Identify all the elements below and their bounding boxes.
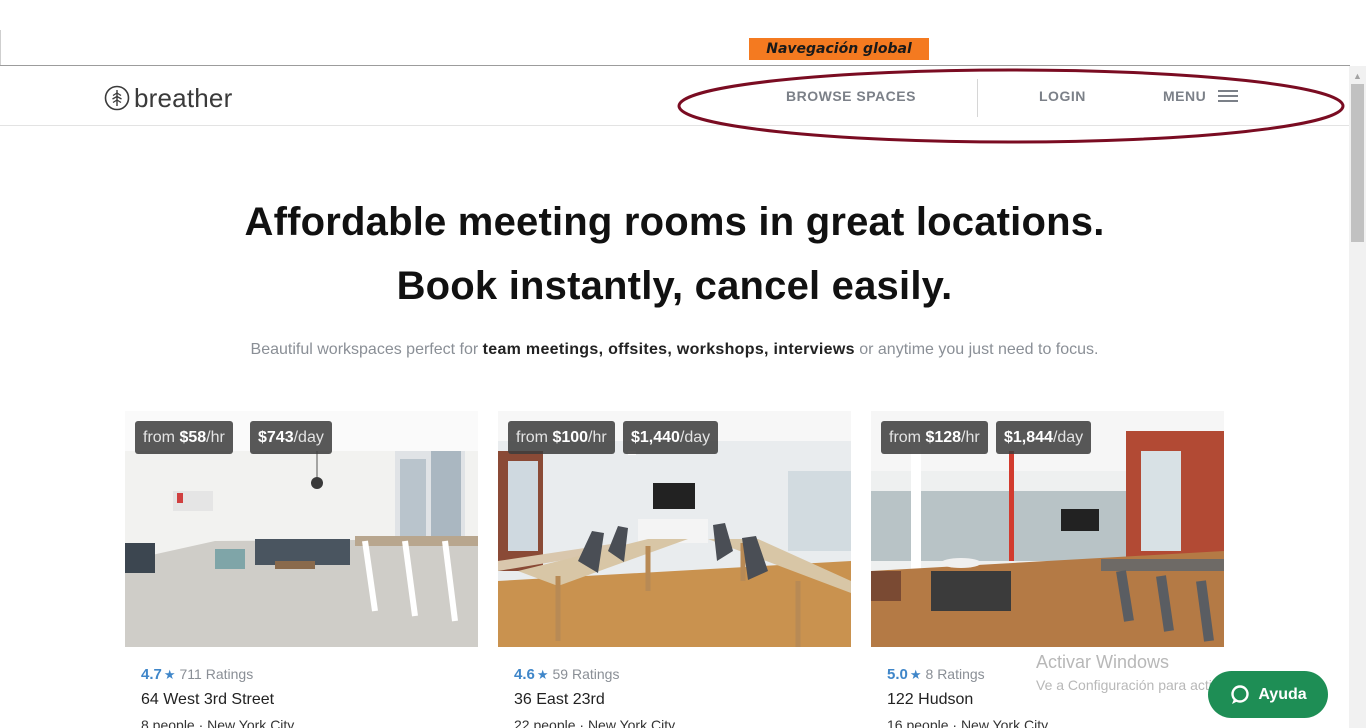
daily-price-tag: $1,440/day bbox=[623, 421, 719, 454]
top-strip bbox=[0, 0, 1366, 66]
left-border bbox=[0, 30, 1, 66]
daily-price: $743 bbox=[258, 429, 294, 446]
space-name[interactable]: 122 Hudson bbox=[887, 691, 973, 709]
hourly-price-tag: from $100/hr bbox=[508, 421, 615, 454]
hourly-unit: /hr bbox=[588, 429, 607, 446]
rating-value: 5.0 bbox=[887, 666, 908, 683]
annotation-label: Navegación global bbox=[749, 38, 929, 60]
hamburger-icon bbox=[1218, 90, 1239, 102]
rating-row: 4.7 ★ 711 Ratings bbox=[141, 666, 253, 683]
space-photo[interactable]: from $128/hr $1,844/day bbox=[871, 411, 1224, 647]
nav-menu-label: MENU bbox=[1163, 88, 1207, 104]
daily-unit: /day bbox=[1052, 429, 1084, 446]
star-icon: ★ bbox=[536, 667, 549, 682]
hourly-price: $58 bbox=[179, 429, 207, 446]
space-name[interactable]: 64 West 3rd Street bbox=[141, 691, 274, 709]
star-icon: ★ bbox=[163, 667, 176, 682]
star-icon: ★ bbox=[909, 667, 922, 682]
space-card[interactable]: from $58/hr $743/day 4.7 ★ 711 Ratings 64 … bbox=[125, 411, 478, 728]
help-button[interactable]: Ayuda bbox=[1208, 671, 1328, 718]
daily-price: $1,844 bbox=[1004, 429, 1053, 446]
scrollbar[interactable]: ▲ bbox=[1349, 66, 1366, 728]
hero-sub-bold: team meetings, offsites, workshops, inte… bbox=[482, 341, 855, 358]
help-label: Ayuda bbox=[1258, 685, 1307, 703]
daily-unit: /day bbox=[679, 429, 711, 446]
nav-divider bbox=[977, 79, 978, 117]
tree-logo-icon bbox=[104, 85, 130, 111]
scrollbar-thumb[interactable] bbox=[1351, 84, 1364, 242]
hero-subtitle: Beautiful workspaces perfect for team me… bbox=[0, 341, 1349, 359]
space-card[interactable]: from $100/hr $1,440/day 4.6 ★ 59 Ratings 3… bbox=[498, 411, 851, 728]
hourly-price-tag: from $128/hr bbox=[881, 421, 988, 454]
price-from: from bbox=[889, 429, 926, 446]
scroll-up-arrow-icon[interactable]: ▲ bbox=[1349, 70, 1366, 82]
space-meta: 16 people · New York City bbox=[887, 717, 1049, 728]
hero-title-line-2: Book instantly, cancel easily. bbox=[396, 264, 953, 308]
hourly-price: $100 bbox=[552, 429, 589, 446]
daily-price: $1,440 bbox=[631, 429, 680, 446]
nav-login[interactable]: LOGIN bbox=[1039, 88, 1086, 104]
chat-bubble-icon bbox=[1231, 684, 1250, 704]
hourly-price-tag: from $58/hr bbox=[135, 421, 233, 454]
space-photo[interactable]: from $58/hr $743/day bbox=[125, 411, 478, 647]
rating-value: 4.7 bbox=[141, 666, 162, 683]
space-meta: 22 people · New York City bbox=[514, 717, 676, 728]
space-card[interactable]: from $128/hr $1,844/day 5.0 ★ 8 Ratings 12… bbox=[871, 411, 1224, 728]
hourly-unit: /hr bbox=[961, 429, 980, 446]
watermark-title: Activar Windows bbox=[1036, 652, 1170, 672]
rating-row: 5.0 ★ 8 Ratings bbox=[887, 666, 985, 683]
logo[interactable]: breather bbox=[104, 82, 233, 113]
site-header: breather BROWSE SPACES LOGIN MENU bbox=[0, 65, 1350, 126]
hero-title-line-1: Affordable meeting rooms in great locati… bbox=[244, 200, 1105, 244]
daily-price-tag: $743/day bbox=[250, 421, 332, 454]
nav-menu[interactable]: MENU bbox=[1163, 88, 1239, 104]
space-photo[interactable]: from $100/hr $1,440/day bbox=[498, 411, 851, 647]
space-meta: 8 people · New York City bbox=[141, 717, 295, 728]
logo-text: breather bbox=[134, 82, 233, 113]
ratings-count: 8 Ratings bbox=[925, 666, 985, 682]
nav-browse-spaces[interactable]: BROWSE SPACES bbox=[786, 88, 916, 104]
hero-sub-suffix: or anytime you just need to focus. bbox=[854, 341, 1099, 358]
daily-price-tag: $1,844/day bbox=[996, 421, 1092, 454]
hourly-price: $128 bbox=[925, 429, 962, 446]
price-from: from bbox=[516, 429, 553, 446]
rating-row: 4.6 ★ 59 Ratings bbox=[514, 666, 619, 683]
ratings-count: 59 Ratings bbox=[552, 666, 620, 682]
hero-sub-prefix: Beautiful workspaces perfect for bbox=[250, 341, 483, 358]
price-from: from bbox=[143, 429, 180, 446]
hourly-unit: /hr bbox=[206, 429, 225, 446]
space-name[interactable]: 36 East 23rd bbox=[514, 691, 605, 709]
daily-unit: /day bbox=[293, 429, 324, 446]
ratings-count: 711 Ratings bbox=[179, 666, 254, 682]
rating-value: 4.6 bbox=[514, 666, 535, 683]
